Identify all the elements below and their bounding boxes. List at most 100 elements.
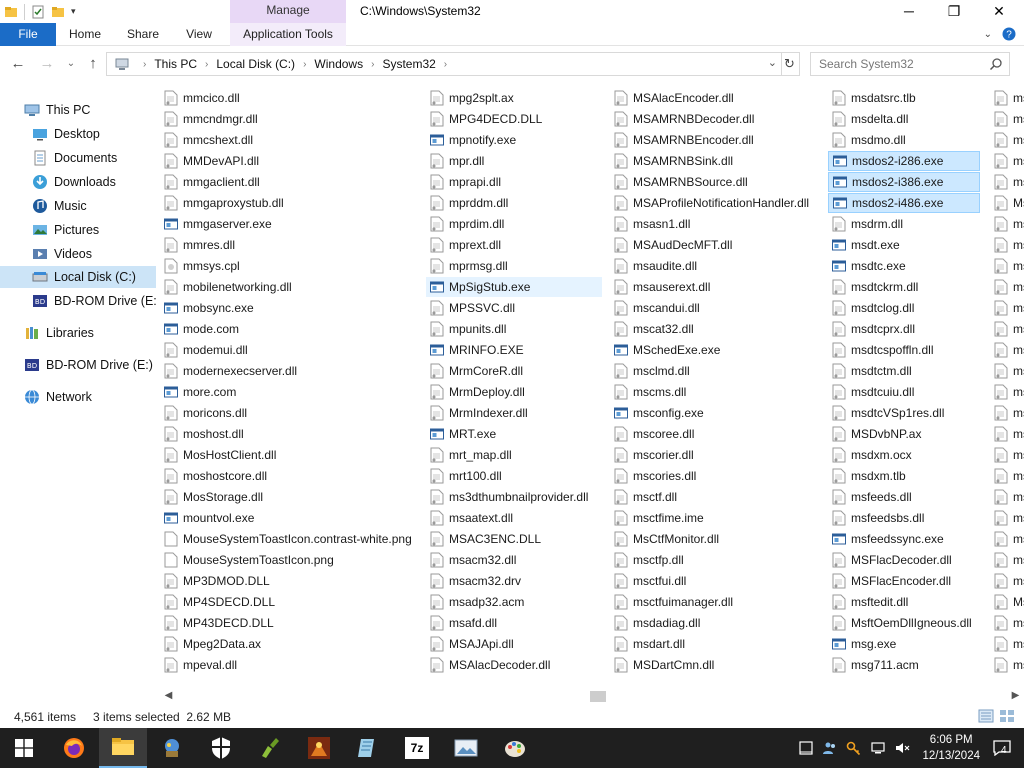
network-status-icon[interactable] <box>870 740 886 756</box>
file-item[interactable]: MSAC3ENC.DLL <box>426 529 602 549</box>
file-item[interactable]: MSAMRNBDecoder.dll <box>610 109 816 129</box>
file-item[interactable]: msdtcprx.dll <box>828 319 980 339</box>
address-bar[interactable]: › This PC › Local Disk (C:) › Windows › … <box>106 52 782 76</box>
file-item[interactable]: mpr.dll <box>426 151 602 171</box>
breadcrumb-separator[interactable]: › <box>371 59 374 70</box>
file-item[interactable]: msafd.dll <box>426 613 602 633</box>
file-item[interactable]: Ms <box>990 193 1024 213</box>
file-item[interactable]: mpunits.dll <box>426 319 602 339</box>
file-item[interactable]: mmcshext.dll <box>160 130 416 150</box>
taskbar-file-explorer[interactable] <box>99 728 147 768</box>
file-item[interactable]: msdtcspoffln.dll <box>828 340 980 360</box>
file-item[interactable]: MouseSystemToastIcon.contrast-white.png <box>160 529 416 549</box>
file-item[interactable]: ms <box>990 613 1024 633</box>
file-item[interactable]: mmgaserver.exe <box>160 214 416 234</box>
breadcrumb-separator[interactable]: › <box>444 59 447 70</box>
file-item[interactable]: MSAlacDecoder.dll <box>426 655 602 675</box>
desktop-notes-icon[interactable] <box>798 740 814 756</box>
breadcrumb-system32[interactable]: System32 <box>382 57 435 71</box>
file-item[interactable]: msdtc.exe <box>828 256 980 276</box>
file-item[interactable]: MSFlacDecoder.dll <box>828 550 980 570</box>
file-item[interactable]: msauserext.dll <box>610 277 816 297</box>
file-item[interactable]: mpnotify.exe <box>426 130 602 150</box>
file-item[interactable]: ms <box>990 277 1024 297</box>
file-item[interactable]: msdatsrc.tlb <box>828 88 980 108</box>
file-item[interactable]: msdtclog.dll <box>828 298 980 318</box>
file-item[interactable]: moshostcore.dll <box>160 466 416 486</box>
file-item[interactable]: msfeeds.dll <box>828 487 980 507</box>
file-item[interactable]: more.com <box>160 382 416 402</box>
tab-manage[interactable]: Manage <box>230 0 346 23</box>
file-item[interactable]: ms <box>990 130 1024 150</box>
file-item[interactable]: ms <box>990 382 1024 402</box>
file-item[interactable]: mmgaproxystub.dll <box>160 193 416 213</box>
file-item[interactable]: msdtcuiu.dll <box>828 382 980 402</box>
file-item[interactable]: ms <box>990 529 1024 549</box>
nav-desktop[interactable]: Desktop <box>0 123 156 145</box>
nav-local-disk[interactable]: Local Disk (C:) <box>0 266 156 288</box>
file-item[interactable]: msftedit.dll <box>828 592 980 612</box>
file-item[interactable]: ms3dthumbnailprovider.dll <box>426 487 602 507</box>
taskbar-app-7[interactable] <box>344 728 392 768</box>
file-item[interactable]: MPG4DECD.DLL <box>426 109 602 129</box>
file-item[interactable]: MSAProfileNotificationHandler.dll <box>610 193 816 213</box>
key-icon[interactable] <box>846 740 862 756</box>
file-item[interactable]: MsftOemDllIgneous.dll <box>828 613 980 633</box>
file-item[interactable]: msfeedsbs.dll <box>828 508 980 528</box>
file-item[interactable]: ms <box>990 235 1024 255</box>
file-item[interactable]: MSchedExe.exe <box>610 340 816 360</box>
file-item[interactable]: msctfime.ime <box>610 508 816 528</box>
horizontal-scrollbar[interactable]: ◀ ▶ <box>160 688 1024 705</box>
nav-downloads[interactable]: Downloads <box>0 171 156 193</box>
file-item[interactable]: mobsync.exe <box>160 298 416 318</box>
tab-view[interactable]: View <box>178 23 220 46</box>
file-item[interactable]: MrmCoreR.dll <box>426 361 602 381</box>
file-item[interactable]: moshost.dll <box>160 424 416 444</box>
file-item[interactable]: mmgaclient.dll <box>160 172 416 192</box>
taskbar-app-9[interactable] <box>442 728 490 768</box>
back-button[interactable]: ← <box>9 55 27 73</box>
file-item[interactable]: msg.exe <box>828 634 980 654</box>
file-item[interactable]: mobilenetworking.dll <box>160 277 416 297</box>
file-item[interactable]: ms <box>990 508 1024 528</box>
action-center-button[interactable]: 4 <box>990 728 1016 768</box>
file-item[interactable]: MSAMRNBSink.dll <box>610 151 816 171</box>
scrollbar-thumb[interactable] <box>590 691 606 702</box>
taskbar-7zip[interactable]: 7z <box>393 728 441 768</box>
file-list[interactable]: mmcico.dll mmcndmgr.dll mmcshext.dll MMDevA… <box>160 88 1024 686</box>
file-item[interactable]: ms <box>990 319 1024 339</box>
minimize-button[interactable]: ─ <box>886 0 932 23</box>
breadcrumb-windows[interactable]: Windows <box>314 57 363 71</box>
file-item[interactable]: msfeedssync.exe <box>828 529 980 549</box>
address-dropdown-icon[interactable]: ⌄ <box>768 56 777 69</box>
file-item[interactable]: ms <box>990 550 1024 570</box>
file-item[interactable]: ms <box>990 172 1024 192</box>
breadcrumb-local-disk[interactable]: Local Disk (C:) <box>216 57 295 71</box>
search-input[interactable]: Search System32 <box>810 52 1010 76</box>
file-item[interactable]: MSAJApi.dll <box>426 634 602 654</box>
file-item[interactable]: MSAudDecMFT.dll <box>610 235 816 255</box>
file-item[interactable]: msadp32.acm <box>426 592 602 612</box>
file-item[interactable]: MMDevAPI.dll <box>160 151 416 171</box>
file-item[interactable]: msg711.acm <box>828 655 980 675</box>
file-item[interactable]: msdos2-i386.exe <box>828 172 980 192</box>
file-item[interactable]: mprext.dll <box>426 235 602 255</box>
file-item[interactable]: mode.com <box>160 319 416 339</box>
file-item[interactable]: ms <box>990 445 1024 465</box>
file-item[interactable]: ms <box>990 109 1024 129</box>
start-button[interactable] <box>0 728 48 768</box>
tab-file[interactable]: File <box>0 23 56 46</box>
nav-libraries[interactable]: Libraries <box>0 322 156 344</box>
file-item[interactable]: MSAlacEncoder.dll <box>610 88 816 108</box>
file-item[interactable]: ms <box>990 361 1024 381</box>
refresh-button[interactable]: ↻ <box>780 52 800 76</box>
file-item[interactable]: msdtckrm.dll <box>828 277 980 297</box>
file-item[interactable]: msacm32.drv <box>426 571 602 591</box>
taskbar-app-5[interactable] <box>246 728 294 768</box>
file-item[interactable]: ms <box>990 151 1024 171</box>
people-icon[interactable] <box>822 740 838 756</box>
nav-bdrom-drive[interactable]: BD BD-ROM Drive (E:) T <box>0 290 156 312</box>
file-item[interactable]: msclmd.dll <box>610 361 816 381</box>
file-item[interactable]: msdxm.tlb <box>828 466 980 486</box>
file-item[interactable]: ms <box>990 214 1024 234</box>
